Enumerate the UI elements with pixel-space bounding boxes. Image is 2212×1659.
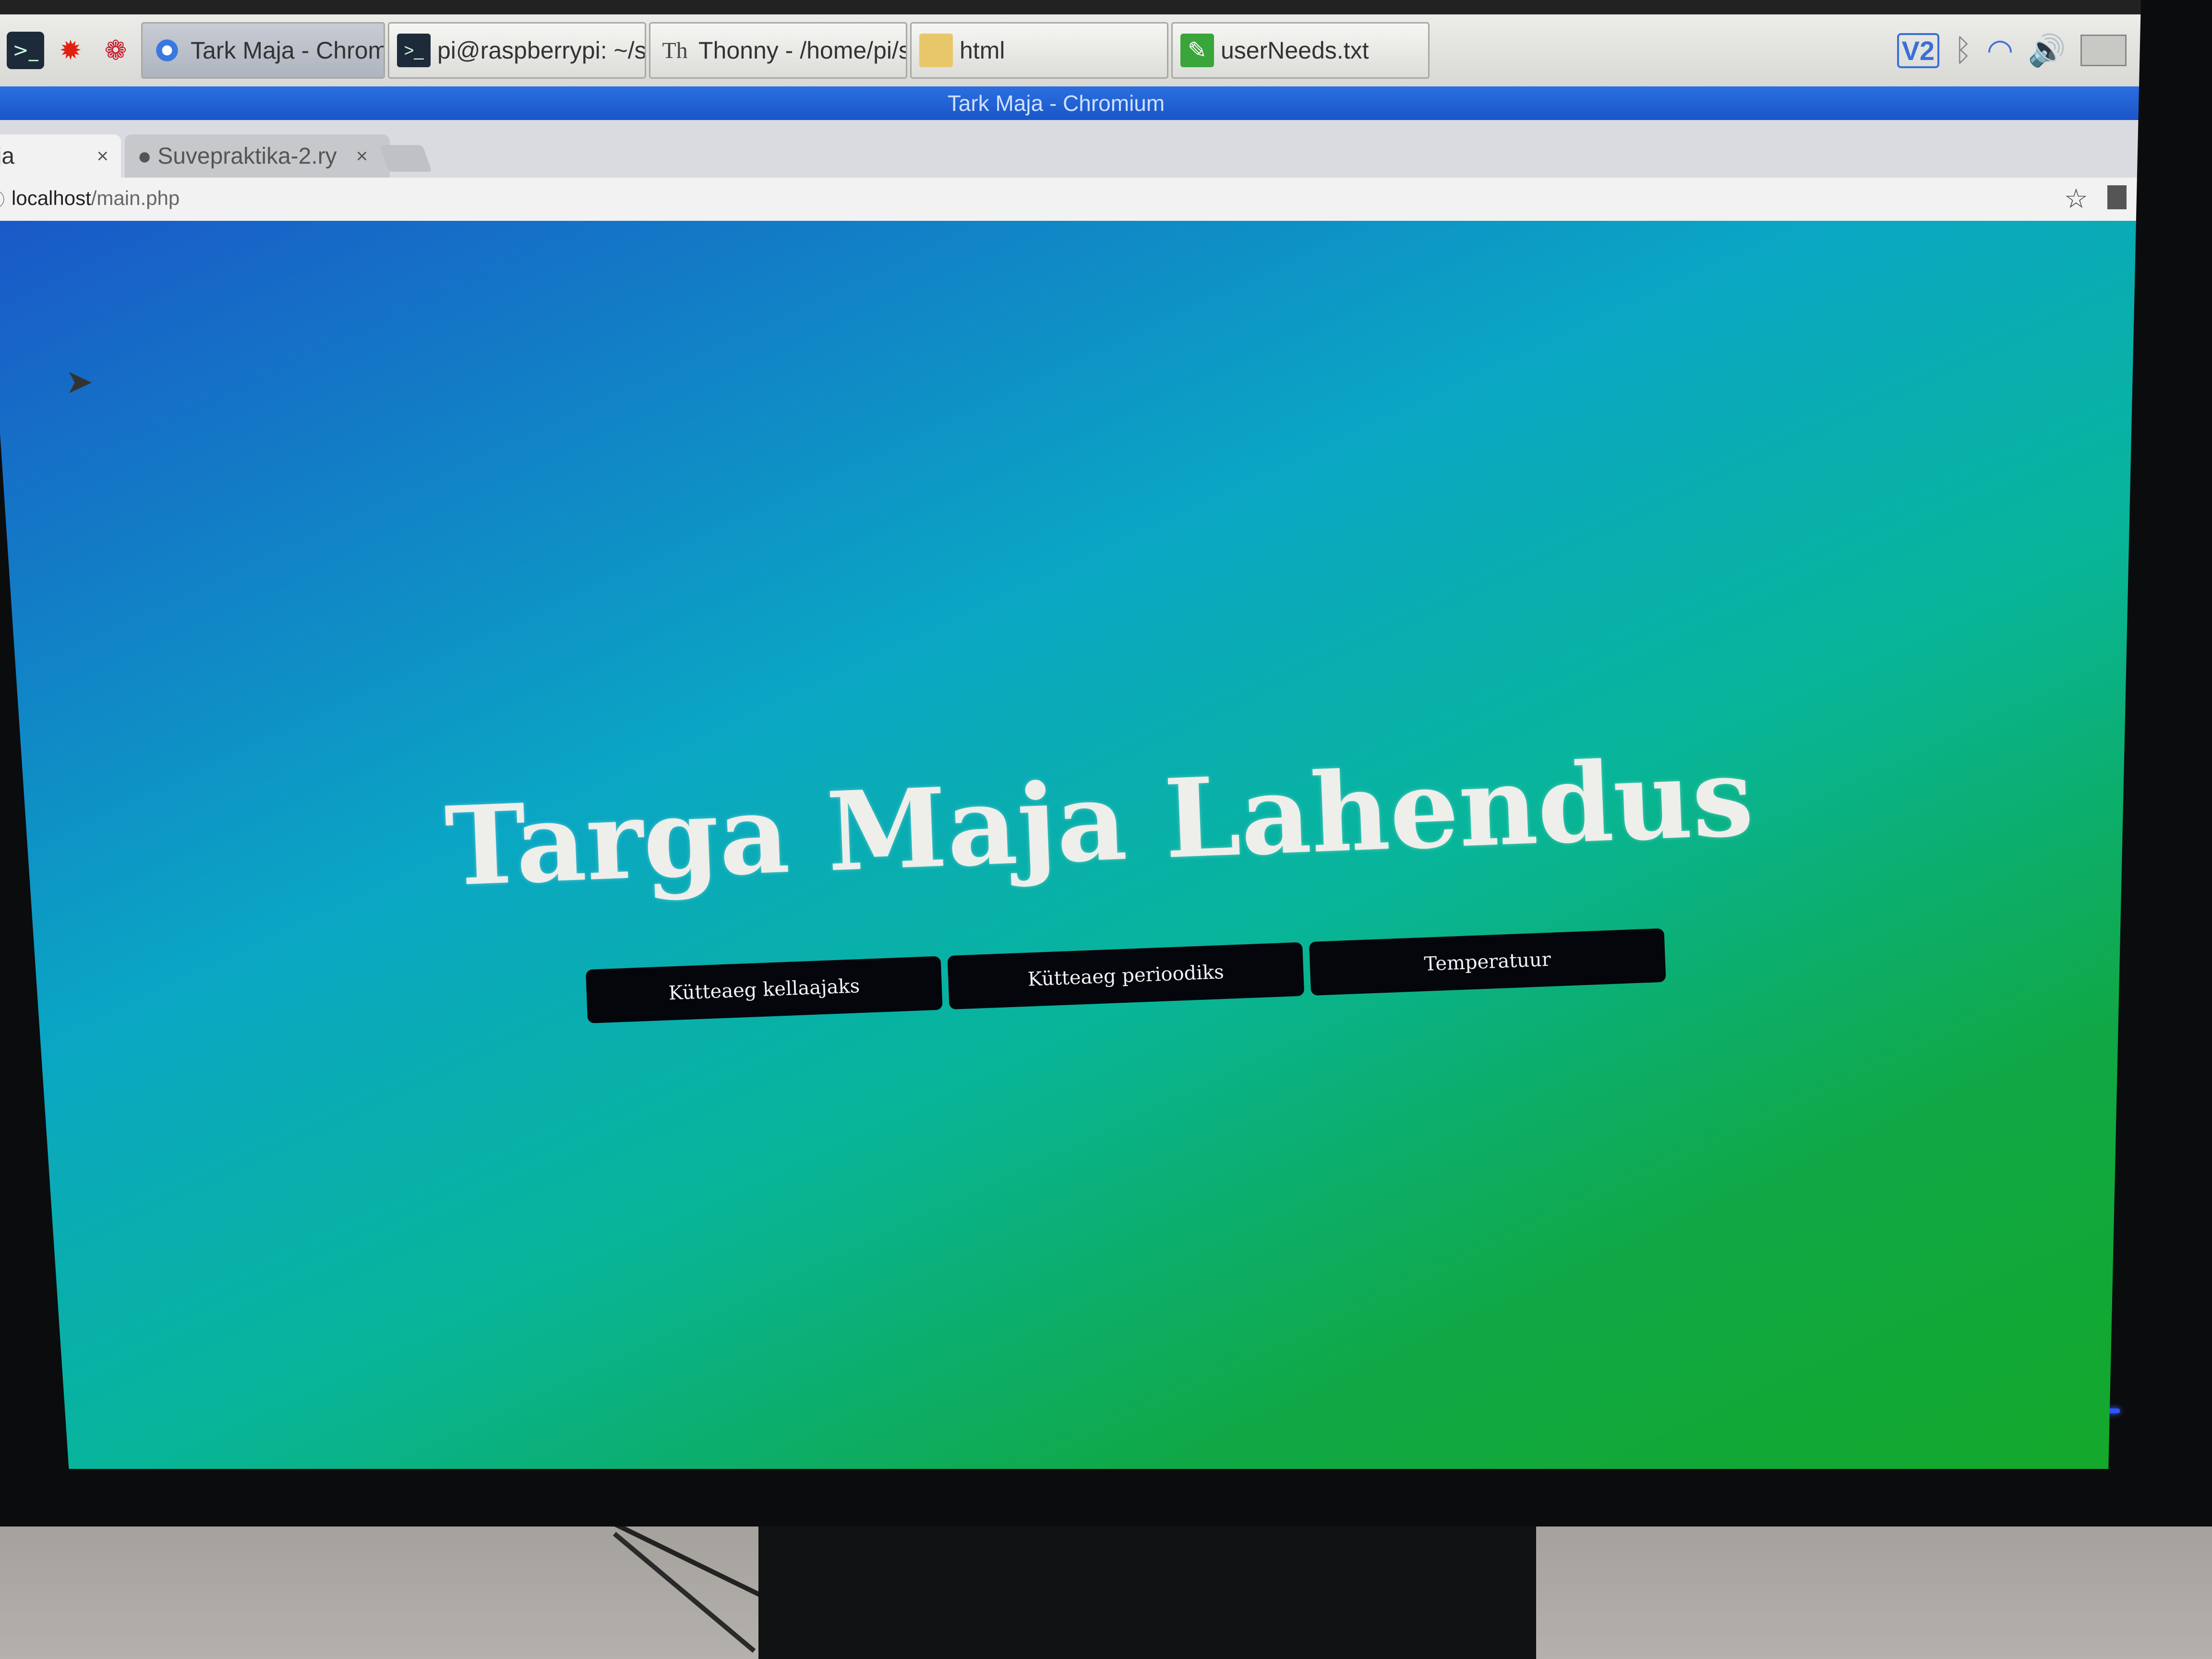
page-content: ➤ Targa Maja Lahendus Kütteaeg kellaajak… xyxy=(0,221,2141,1469)
tab-suvepraktika[interactable]: ● Suvepraktika-2.ry × xyxy=(125,134,390,178)
close-icon[interactable]: × xyxy=(356,144,368,168)
bluetooth-icon[interactable]: ᛒ xyxy=(1954,33,1972,68)
browser-toolbar: ⓘ localhost/main.php ☆ xyxy=(0,178,2141,222)
task-terminal[interactable]: >_ pi@raspberrypi: ~/su... xyxy=(388,22,646,79)
tab-label: aja xyxy=(0,143,15,169)
page-title: Targa Maja Lahendus xyxy=(443,733,1756,911)
url-path: /main.php xyxy=(91,187,180,209)
heating-period-button[interactable]: Kütteaeg perioodiks xyxy=(947,942,1305,1010)
temperature-button[interactable]: Temperatuur xyxy=(1309,928,1666,996)
task-thonny[interactable]: Th Thonny - /home/pi/s... xyxy=(649,22,907,79)
monitor: >_ ✹ ❁ Tark Maja - Chromium >_ pi@raspbe… xyxy=(0,0,2212,1527)
wifi-icon[interactable]: ◠ xyxy=(1986,33,2013,68)
text-file-icon: ✎ xyxy=(1180,34,1214,67)
tab-tark-maja[interactable]: aja × xyxy=(0,134,121,178)
terminal-icon[interactable]: >_ xyxy=(7,32,44,69)
task-file-manager[interactable]: html xyxy=(910,22,1168,79)
cpu-monitor-icon[interactable] xyxy=(2080,35,2127,66)
task-label: html xyxy=(960,37,1005,64)
menu-icon[interactable] xyxy=(2107,185,2127,209)
address-bar[interactable]: ⓘ localhost/main.php xyxy=(0,184,180,212)
new-tab-button[interactable] xyxy=(379,145,433,172)
task-text-editor[interactable]: ✎ userNeeds.txt xyxy=(1171,22,1430,79)
task-label: pi@raspberrypi: ~/su... xyxy=(437,37,646,64)
task-label: userNeeds.txt xyxy=(1221,37,1369,64)
close-icon[interactable]: × xyxy=(96,144,108,168)
window-title: Tark Maja - Chromium xyxy=(0,86,2141,120)
volume-icon[interactable]: 🔊 xyxy=(2028,33,2066,69)
url-host: localhost xyxy=(12,187,91,209)
vnc-icon[interactable]: V2 xyxy=(1897,33,1940,68)
thonny-icon: Th xyxy=(662,37,688,63)
raspberry-icon[interactable]: ❁ xyxy=(97,32,134,69)
heating-time-button[interactable]: Kütteaeg kellaajaks xyxy=(586,956,943,1023)
task-label: Tark Maja - Chromium xyxy=(191,37,384,64)
info-icon[interactable]: ⓘ xyxy=(0,184,5,212)
bookmark-star-icon[interactable]: ☆ xyxy=(2064,183,2088,215)
terminal-icon: >_ xyxy=(397,34,431,67)
task-chromium[interactable]: Tark Maja - Chromium xyxy=(141,22,385,79)
burst-icon[interactable]: ✹ xyxy=(52,32,89,69)
github-icon: ● xyxy=(137,143,152,169)
tab-label: Suvepraktika-2.ry xyxy=(157,143,337,169)
taskbar: >_ ✹ ❁ Tark Maja - Chromium >_ pi@raspbe… xyxy=(0,14,2141,86)
tab-strip: aja × ● Suvepraktika-2.ry × xyxy=(0,120,2141,178)
screen: >_ ✹ ❁ Tark Maja - Chromium >_ pi@raspbe… xyxy=(0,0,2141,1469)
folder-icon xyxy=(919,34,953,67)
chromium-icon xyxy=(150,34,184,67)
system-tray: V2 ᛒ ◠ 🔊 xyxy=(1897,33,2141,69)
button-row: Kütteaeg kellaajaks Kütteaeg perioodiks … xyxy=(586,928,1666,1023)
mouse-cursor-icon: ➤ xyxy=(65,362,94,401)
task-label: Thonny - /home/pi/s... xyxy=(698,37,906,64)
